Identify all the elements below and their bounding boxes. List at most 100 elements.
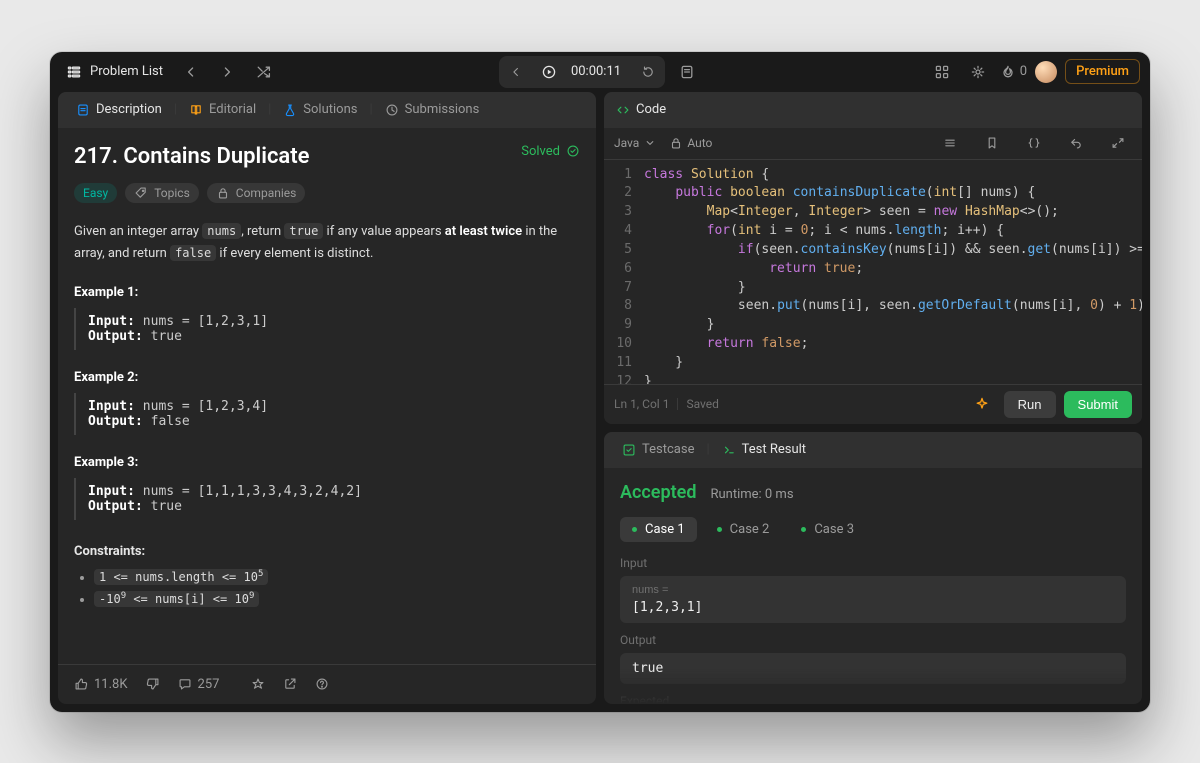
document-icon bbox=[76, 103, 90, 117]
left-pane: Description | Editorial | Solutions | bbox=[58, 92, 596, 704]
streak-button[interactable]: 0 bbox=[1000, 64, 1027, 80]
constraint-item: 1 <= nums.length <= 105 bbox=[94, 569, 580, 585]
avatar[interactable] bbox=[1035, 61, 1057, 83]
format-button[interactable] bbox=[936, 129, 964, 157]
tab-description[interactable]: Description bbox=[68, 92, 170, 128]
timer-collapse-button[interactable] bbox=[503, 60, 529, 84]
example-block: Example 2: Input: nums = [1,2,3,4] Outpu… bbox=[74, 370, 580, 435]
favorite-button[interactable] bbox=[243, 673, 273, 695]
timer-reset-button[interactable] bbox=[635, 60, 661, 84]
constraints-heading: Constraints: bbox=[74, 544, 580, 559]
timer-pill: 00:00:11 bbox=[499, 56, 665, 88]
clock-icon bbox=[385, 103, 399, 117]
timer-value: 00:00:11 bbox=[569, 64, 623, 79]
save-status: Saved bbox=[686, 397, 718, 411]
lock-icon bbox=[216, 186, 230, 200]
like-button[interactable]: 11.8K bbox=[66, 673, 136, 696]
premium-button[interactable]: Premium bbox=[1065, 59, 1140, 84]
settings-button[interactable] bbox=[964, 58, 992, 86]
next-problem-button[interactable] bbox=[213, 58, 241, 86]
description-body[interactable]: 217. Contains Duplicate Solved Easy Topi… bbox=[58, 128, 596, 664]
problem-list-button[interactable]: Problem List bbox=[60, 58, 169, 86]
shuffle-button[interactable] bbox=[249, 58, 277, 86]
braces-button[interactable] bbox=[1020, 129, 1048, 157]
help-icon bbox=[315, 677, 329, 691]
share-button[interactable] bbox=[275, 673, 305, 695]
topbar: Problem List 00:00:11 0 Premium bbox=[50, 52, 1150, 92]
result-body[interactable]: Accepted Runtime: 0 ms Case 1Case 2Case … bbox=[604, 468, 1142, 704]
description-panel: Description | Editorial | Solutions | bbox=[58, 92, 596, 704]
dislike-button[interactable] bbox=[138, 673, 168, 695]
code-panel-head: Code bbox=[604, 92, 1142, 128]
content-area: Description | Editorial | Solutions | bbox=[50, 92, 1150, 712]
right-pane: Code Java Auto bbox=[604, 92, 1142, 704]
code-icon bbox=[616, 103, 630, 117]
book-icon bbox=[189, 103, 203, 117]
companies-chip[interactable]: Companies bbox=[207, 183, 306, 203]
problem-title: 217. Contains Duplicate bbox=[74, 144, 309, 169]
expected-label: Expected bbox=[620, 694, 1126, 704]
example-block: Example 1: Input: nums = [1,2,3,1] Outpu… bbox=[74, 285, 580, 350]
example-content: Input: nums = [1,1,1,3,3,4,3,2,4,2] Outp… bbox=[74, 478, 580, 520]
example-heading: Example 2: bbox=[74, 370, 580, 385]
debug-button[interactable] bbox=[968, 390, 996, 418]
check-icon bbox=[566, 144, 580, 158]
code-lines[interactable]: class Solution { public boolean contains… bbox=[640, 160, 1142, 384]
share-icon bbox=[283, 677, 297, 691]
tab-testcase[interactable]: Testcase bbox=[614, 432, 702, 468]
case-tabs: Case 1 Case 2 Case 3 bbox=[620, 517, 1126, 542]
app-window: Problem List 00:00:11 0 Premium bbox=[50, 52, 1150, 712]
tab-submissions[interactable]: Submissions bbox=[377, 92, 488, 128]
tab-code[interactable]: Code bbox=[614, 92, 674, 128]
help-button[interactable] bbox=[307, 673, 337, 695]
cursor-position: Ln 1, Col 1 bbox=[614, 397, 669, 411]
play-icon[interactable] bbox=[541, 64, 557, 80]
submit-button[interactable]: Submit bbox=[1064, 391, 1132, 418]
notes-button[interactable] bbox=[673, 58, 701, 86]
example-content: Input: nums = [1,2,3,1] Output: true bbox=[74, 308, 580, 350]
example-content: Input: nums = [1,2,3,4] Output: false bbox=[74, 393, 580, 435]
code-editor[interactable]: 123456789101112 class Solution { public … bbox=[604, 160, 1142, 384]
status-dot-icon bbox=[717, 527, 722, 532]
reset-code-button[interactable] bbox=[1062, 129, 1090, 157]
problem-list-label: Problem List bbox=[90, 64, 163, 79]
bookmark-button[interactable] bbox=[978, 129, 1006, 157]
topics-chip[interactable]: Topics bbox=[125, 183, 199, 203]
auto-toggle[interactable]: Auto bbox=[669, 136, 712, 150]
verdict: Accepted bbox=[620, 482, 696, 503]
difficulty-chip: Easy bbox=[74, 183, 117, 203]
case-chip[interactable]: Case 1 bbox=[620, 517, 697, 542]
input-var-label: nums = bbox=[632, 584, 1114, 596]
example-heading: Example 1: bbox=[74, 285, 580, 300]
prev-problem-button[interactable] bbox=[177, 58, 205, 86]
output-value: true bbox=[632, 661, 1114, 676]
line-gutter: 123456789101112 bbox=[604, 160, 640, 384]
comments-button[interactable]: 257 bbox=[170, 673, 228, 696]
tab-test-result[interactable]: Test Result bbox=[714, 432, 814, 468]
tab-solutions[interactable]: Solutions bbox=[275, 92, 365, 128]
tag-icon bbox=[134, 186, 148, 200]
language-select[interactable]: Java bbox=[614, 136, 657, 150]
editor-footer: Ln 1, Col 1 Saved Run Submit bbox=[604, 384, 1142, 424]
star-icon bbox=[251, 677, 265, 691]
chevron-down-icon bbox=[643, 136, 657, 150]
example-block: Example 3: Input: nums = [1,1,1,3,3,4,3,… bbox=[74, 455, 580, 520]
flame-icon bbox=[1000, 64, 1016, 80]
input-label: Input bbox=[620, 556, 1126, 570]
problem-description: Given an integer array nums, return true… bbox=[74, 221, 580, 265]
thumbs-up-icon bbox=[74, 677, 88, 691]
run-button[interactable]: Run bbox=[1004, 391, 1056, 418]
output-box: true bbox=[620, 653, 1126, 684]
case-chip[interactable]: Case 3 bbox=[789, 517, 866, 542]
fullscreen-button[interactable] bbox=[1104, 129, 1132, 157]
description-footer: 11.8K 257 bbox=[58, 664, 596, 704]
editor-subheader: Java Auto bbox=[604, 128, 1142, 160]
list-icon bbox=[66, 64, 82, 80]
status-dot-icon bbox=[801, 527, 806, 532]
layout-button[interactable] bbox=[928, 58, 956, 86]
thumbs-down-icon bbox=[146, 677, 160, 691]
case-chip[interactable]: Case 2 bbox=[705, 517, 782, 542]
solved-badge: Solved bbox=[521, 144, 580, 159]
example-heading: Example 3: bbox=[74, 455, 580, 470]
tab-editorial[interactable]: Editorial bbox=[181, 92, 264, 128]
